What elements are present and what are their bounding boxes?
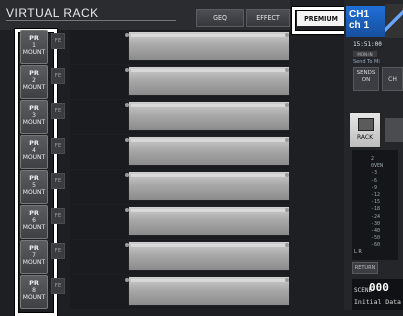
db-scale-label: -12 [371, 192, 381, 198]
clock-display: 15:51:00 [353, 41, 382, 48]
db-scale-label: -3 [371, 170, 378, 177]
rack-slot[interactable] [128, 241, 290, 271]
rack-screw-icon [125, 278, 129, 282]
fe-indicator: FE [51, 173, 65, 189]
mount-label: MOUNT [22, 294, 46, 301]
rack-screw-icon [285, 243, 289, 247]
rack-screw-icon [285, 103, 289, 107]
fe-indicator: FE [51, 208, 65, 224]
db-scale-label: -15 [371, 199, 381, 206]
rack-screw-icon [285, 138, 289, 142]
mount-number: 7 [32, 252, 36, 259]
mount-button[interactable]: PR 6 MOUNT [20, 205, 48, 239]
mount-button[interactable]: PR 5 MOUNT [20, 170, 48, 204]
rack-slot[interactable] [128, 276, 290, 306]
db-scale-label: -40 [371, 228, 381, 234]
rack-screw-icon [125, 208, 129, 212]
mount-label: MOUNT [22, 224, 46, 231]
rack-screw-icon [285, 68, 289, 72]
fe-indicator: FE [51, 138, 65, 154]
db-scale-label: -24 [371, 213, 381, 220]
rack-screw-icon [125, 103, 129, 107]
db-scale-label: -60 [371, 242, 381, 249]
send-to-label: Send To Mi [353, 59, 380, 65]
sends-sub-label: ON [361, 77, 371, 83]
mount-label: MOUNT [22, 49, 46, 56]
mount-number: 4 [32, 147, 36, 154]
scene-name: Initial Data [354, 298, 401, 306]
mount-pr-label: PR [29, 139, 39, 147]
fe-indicator: FE [51, 33, 65, 49]
mount-number: 5 [32, 182, 36, 189]
rack-button[interactable]: RACK [349, 112, 381, 148]
rack-button-label: RACK [356, 134, 374, 141]
db-scale-label: 2 [371, 156, 375, 162]
mount-button[interactable]: PR 3 MOUNT [20, 100, 48, 134]
fe-indicator: FE [51, 278, 65, 294]
mount-number: 2 [32, 77, 36, 84]
rack-screw-icon [125, 138, 129, 142]
channel-button[interactable]: CH [382, 67, 403, 91]
rack-slot[interactable] [128, 101, 290, 131]
rack-screw-icon [285, 278, 289, 282]
db-scale-label: 0VEN [371, 163, 384, 170]
mount-label: MOUNT [22, 84, 46, 91]
rack-screw-icon [125, 173, 129, 177]
sends-on-button[interactable]: SENDS ON [353, 67, 379, 91]
mount-pr-label: PR [29, 209, 39, 217]
rack-screw-icon [285, 173, 289, 177]
premium-tab-highlight [292, 7, 352, 34]
mount-button[interactable]: PR 8 MOUNT [20, 275, 48, 309]
rack-slot[interactable] [128, 136, 290, 166]
mount-pr-label: PR [29, 34, 39, 42]
mount-label: MOUNT [22, 119, 46, 126]
window-title: VIRTUAL RACK [6, 6, 99, 20]
mount-number: 8 [32, 287, 36, 294]
fe-indicator: FE [51, 103, 65, 119]
meter-lr-label: L R [354, 249, 362, 255]
title-underline [6, 20, 176, 21]
mount-pr-label: PR [29, 279, 39, 287]
rack-screw-icon [125, 68, 129, 72]
rack-icon [358, 118, 374, 131]
fe-indicator: FE [51, 243, 65, 259]
rack-slot[interactable] [128, 66, 290, 96]
db-scale-label: -6 [371, 177, 378, 184]
channel-color-icon [385, 4, 403, 38]
mount-button[interactable]: PR 1 MOUNT [20, 30, 48, 64]
mount-pr-label: PR [29, 244, 39, 252]
db-scale-label: -50 [371, 235, 381, 242]
mount-label: MOUNT [22, 259, 46, 266]
return-button[interactable]: RETURN [352, 262, 378, 274]
rack-screw-icon [285, 33, 289, 37]
rack-slot[interactable] [128, 31, 290, 61]
mount-number: 3 [32, 112, 36, 119]
mount-number: 1 [32, 42, 36, 49]
mount-pr-label: PR [29, 104, 39, 112]
rack-slot[interactable] [128, 171, 290, 201]
scene-number: 000 [369, 281, 389, 294]
db-scale-label: -9 [371, 184, 378, 191]
rack-screw-icon [125, 243, 129, 247]
rack-slot[interactable] [128, 206, 290, 236]
rack-screw-icon [125, 33, 129, 37]
monitor-in-indicator: MON-IN [353, 51, 377, 57]
mount-label: MOUNT [22, 154, 46, 161]
db-scale-label: -30 [371, 220, 381, 227]
mount-button[interactable]: PR 4 MOUNT [20, 135, 48, 169]
mount-button[interactable]: PR 7 MOUNT [20, 240, 48, 274]
db-scale-label: -18 [371, 206, 381, 213]
sends-label: SENDS [356, 70, 376, 76]
mount-pr-label: PR [29, 174, 39, 182]
mount-button[interactable]: PR 2 MOUNT [20, 65, 48, 99]
tab-geq[interactable]: GEQ [196, 9, 244, 27]
mount-label: MOUNT [22, 189, 46, 196]
fe-indicator: FE [51, 68, 65, 84]
rack-side-button[interactable] [385, 118, 403, 142]
tab-effect[interactable]: EFFECT [246, 9, 290, 27]
rack-screw-icon [285, 208, 289, 212]
mount-pr-label: PR [29, 69, 39, 77]
mount-number: 6 [32, 217, 36, 224]
